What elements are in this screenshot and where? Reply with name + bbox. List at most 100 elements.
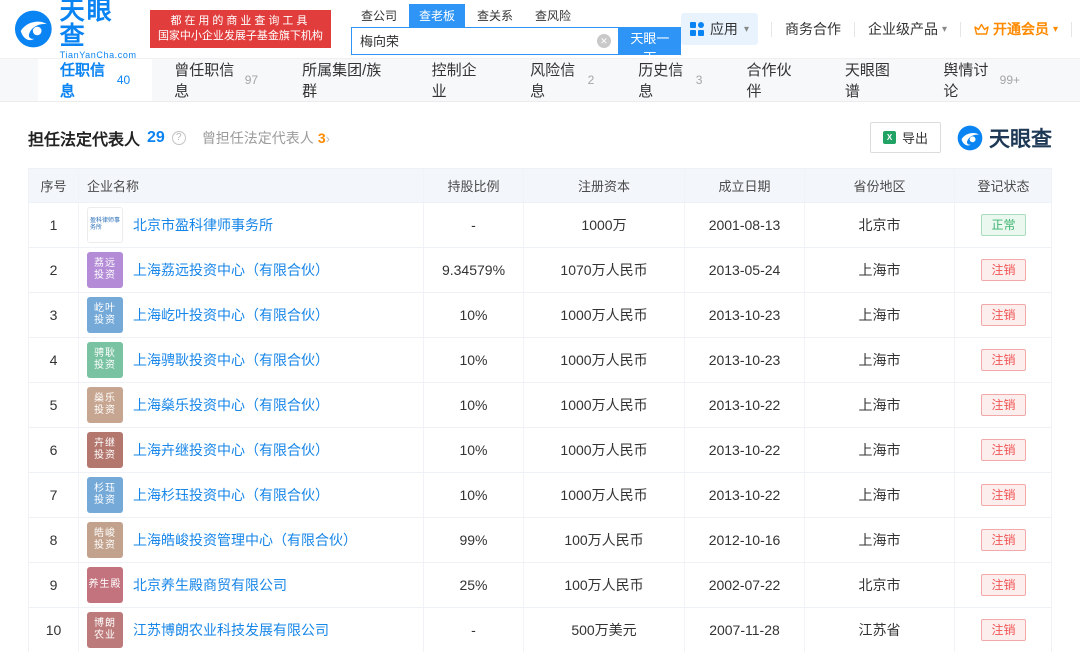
company-name-link[interactable]: 上海燊乐投资中心（有限合伙） — [133, 395, 329, 415]
company-logo-text: 杉珏 — [94, 483, 116, 494]
help-icon[interactable]: ? — [171, 130, 186, 145]
established-date: 2013-05-24 — [685, 248, 805, 292]
registered-capital: 1070万人民币 — [524, 248, 685, 292]
company-name-link[interactable]: 上海卉继投资中心（有限合伙） — [133, 440, 329, 460]
province-region: 北京市 — [805, 563, 955, 607]
nav-tab-风险信息[interactable]: 风险信息 2 — [508, 59, 616, 101]
past-legal-rep-link[interactable]: 曾担任法定代表人 3› — [202, 128, 330, 148]
table-row: 7 杉珏 投资 上海杉珏投资中心（有限合伙） 10% 1000万人民币 2013-10-22… — [29, 472, 1051, 517]
nav-tab-曾任职信息[interactable]: 曾任职信息 97 — [152, 59, 280, 101]
logo-text: 天眼查 TianYanCha.com — [60, 0, 138, 60]
registered-capital: 1000万 — [524, 203, 685, 247]
company-logo-text: 养生殿 — [88, 579, 122, 590]
company-logo[interactable]: 盈科律师事务所 — [87, 207, 123, 243]
top-right-menu: 应用 ▾ 商务合作 企业级产品 ▾ 开通会员 ▾ 鹰 — [680, 13, 1080, 45]
row-number: 7 — [29, 473, 79, 517]
menu-item-cooperation[interactable]: 商务合作 — [785, 19, 841, 39]
tianyancha-logo-icon — [14, 10, 52, 48]
company-name-link[interactable]: 上海杉珏投资中心（有限合伙） — [133, 485, 329, 505]
column-header: 登记状态 — [977, 179, 1030, 194]
company-cell: 骋耿 投资 上海骋耿投资中心（有限合伙） — [79, 338, 424, 382]
province-region: 上海市 — [805, 428, 955, 472]
export-label: 导出 — [901, 131, 928, 146]
nav-tab-合作伙伴[interactable]: 合作伙伴 — [724, 59, 822, 101]
search-tab-查关系[interactable]: 查关系 — [467, 4, 523, 27]
nav-tab-舆情讨论[interactable]: 舆情讨论 99+ — [921, 59, 1042, 101]
status-badge: 注销 — [981, 438, 1026, 462]
nav-tab-count: 40 — [116, 73, 131, 87]
nav-tab-任职信息[interactable]: 任职信息 40 — [38, 59, 153, 101]
status-cell: 注销 — [955, 293, 1052, 337]
table-row: 4 骋耿 投资 上海骋耿投资中心（有限合伙） 10% 1000万人民币 2013-10-23… — [29, 337, 1051, 382]
table-row: 5 燊乐 投资 上海燊乐投资中心（有限合伙） 10% 1000万人民币 2013-10-22… — [29, 382, 1051, 427]
company-logo-text: 盈科律师事务所 — [90, 218, 121, 231]
shareholding-ratio: - — [424, 203, 524, 247]
shareholding-ratio: 10% — [424, 473, 524, 517]
company-logo[interactable]: 骋耿 投资 — [87, 342, 123, 378]
registered-capital: 1000万人民币 — [524, 293, 685, 337]
nav-tab-所属集团/族群[interactable]: 所属集团/族群 — [280, 59, 409, 101]
search-tab-查风险[interactable]: 查风险 — [525, 4, 581, 27]
search-input[interactable] — [350, 26, 619, 55]
divider — [853, 21, 855, 37]
enterprise-label: 企业级产品 — [867, 21, 938, 37]
column-header: 企业名称 — [79, 169, 424, 202]
company-name-link[interactable]: 上海屹叶投资中心（有限合伙） — [133, 305, 329, 325]
export-button[interactable]: X 导出 — [869, 122, 941, 153]
search-button[interactable]: 天眼一下 — [618, 26, 681, 65]
table-body: 1 盈科律师事务所 北京市盈科律师事务所 -1000万 2001-08-13 北京市 正常 2… — [29, 202, 1051, 652]
logo-name: 天眼查 — [59, 0, 114, 50]
company-logo[interactable]: 卉继 投资 — [87, 432, 123, 468]
nav-tab-count: 2 — [587, 73, 595, 87]
shareholding-ratio: 10% — [424, 383, 524, 427]
search-tab-查公司[interactable]: 查公司 — [351, 4, 407, 27]
section-header: 担任法定代表人 29 ? 曾担任法定代表人 3› X 导出 天眼查 — [28, 122, 1052, 153]
apps-menu[interactable]: 应用 ▾ — [680, 13, 758, 45]
nav-tab-历史信息[interactable]: 历史信息 3 — [616, 59, 724, 101]
row-number: 4 — [29, 338, 79, 382]
company-logo-text: 荔远 — [94, 258, 116, 269]
shareholding-ratio: 25% — [424, 563, 524, 607]
chevron-down-icon: ▾ — [743, 23, 749, 35]
nav-tab-label: 曾任职信息 — [174, 62, 235, 100]
company-logo[interactable]: 荔远 投资 — [87, 252, 123, 288]
menu-item-enterprise[interactable]: 企业级产品 ▾ — [868, 19, 947, 39]
company-name-link[interactable]: 江苏博朗农业科技发展有限公司 — [133, 620, 329, 640]
clear-icon[interactable]: ✕ — [596, 33, 611, 48]
apps-label: 应用 — [709, 21, 738, 37]
company-logo[interactable]: 杉珏 投资 — [87, 477, 123, 513]
company-name-link[interactable]: 北京养生殿商贸有限公司 — [133, 575, 287, 595]
company-cell: 博朗 农业 江苏博朗农业科技发展有限公司 — [79, 608, 424, 652]
shareholding-ratio: 10% — [424, 428, 524, 472]
province-region: 上海市 — [805, 473, 955, 517]
vip-crown-icon — [974, 23, 989, 35]
arrow-right-icon: › — [325, 130, 330, 146]
tianyancha-logo[interactable]: 天眼查 TianYanCha.com — [14, 0, 138, 60]
company-logo[interactable]: 燊乐 投资 — [87, 387, 123, 423]
company-logo[interactable]: 博朗 农业 — [87, 612, 123, 648]
company-logo[interactable]: 皓峻 投资 — [87, 522, 123, 558]
nav-tab-label: 任职信息 — [60, 62, 106, 100]
nav-tab-控制企业[interactable]: 控制企业 — [410, 59, 508, 101]
status-badge: 注销 — [981, 618, 1026, 642]
company-logo[interactable]: 屹叶 投资 — [87, 297, 123, 333]
nav-tab-天眼图谱[interactable]: 天眼图谱 — [823, 59, 921, 101]
company-name-link[interactable]: 上海骋耿投资中心（有限合伙） — [133, 350, 329, 370]
company-cell: 荔远 投资 上海荔远投资中心（有限合伙） — [79, 248, 424, 292]
status-badge: 注销 — [981, 393, 1026, 417]
company-name-link[interactable]: 上海皓峻投资管理中心（有限合伙） — [133, 530, 357, 550]
search-tab-查老板[interactable]: 查老板 — [408, 3, 465, 27]
province-region: 江苏省 — [805, 608, 955, 652]
registered-capital: 100万人民币 — [524, 563, 685, 607]
chevron-down-icon: ▾ — [1053, 23, 1059, 35]
company-name-link[interactable]: 上海荔远投资中心（有限合伙） — [133, 260, 329, 280]
menu-item-vip[interactable]: 开通会员 ▾ — [974, 19, 1058, 39]
company-name-link[interactable]: 北京市盈科律师事务所 — [133, 215, 273, 235]
row-number: 10 — [29, 608, 79, 652]
province-region: 上海市 — [805, 338, 955, 382]
status-badge: 注销 — [981, 348, 1026, 372]
status-badge: 注销 — [981, 528, 1026, 552]
registered-capital: 1000万人民币 — [524, 428, 685, 472]
company-cell: 盈科律师事务所 北京市盈科律师事务所 — [79, 203, 424, 247]
company-logo[interactable]: 养生殿 — [87, 567, 123, 603]
